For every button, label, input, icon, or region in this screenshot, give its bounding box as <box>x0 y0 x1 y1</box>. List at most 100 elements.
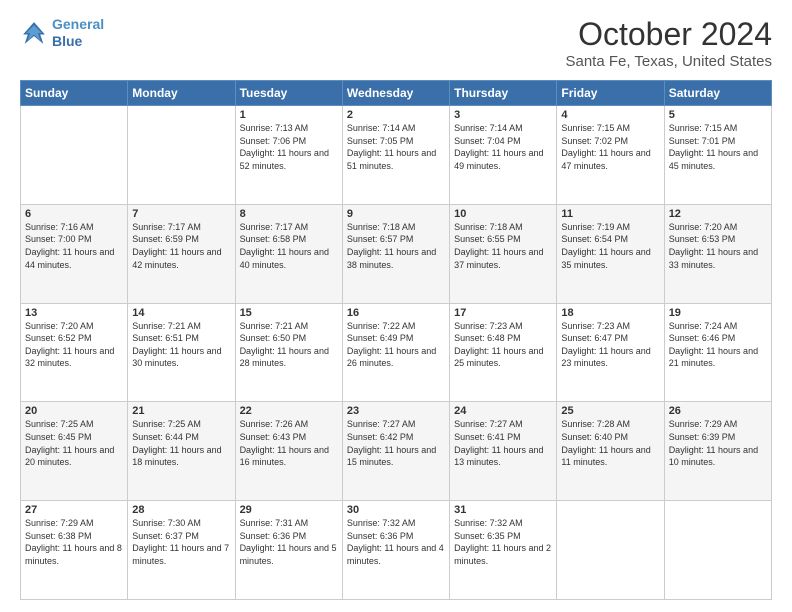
day-info: Sunrise: 7:23 AMSunset: 6:47 PMDaylight:… <box>561 320 659 370</box>
table-row: 23Sunrise: 7:27 AMSunset: 6:42 PMDayligh… <box>342 402 449 501</box>
logo-icon <box>20 19 48 47</box>
day-number: 8 <box>240 208 338 220</box>
table-row: 2Sunrise: 7:14 AMSunset: 7:05 PMDaylight… <box>342 106 449 205</box>
day-info: Sunrise: 7:23 AMSunset: 6:48 PMDaylight:… <box>454 320 552 370</box>
table-row: 25Sunrise: 7:28 AMSunset: 6:40 PMDayligh… <box>557 402 664 501</box>
day-number: 23 <box>347 405 445 417</box>
table-row: 10Sunrise: 7:18 AMSunset: 6:55 PMDayligh… <box>450 204 557 303</box>
col-saturday: Saturday <box>664 81 771 106</box>
day-number: 9 <box>347 208 445 220</box>
table-row: 30Sunrise: 7:32 AMSunset: 6:36 PMDayligh… <box>342 501 449 600</box>
day-info: Sunrise: 7:28 AMSunset: 6:40 PMDaylight:… <box>561 418 659 468</box>
day-info: Sunrise: 7:20 AMSunset: 6:52 PMDaylight:… <box>25 320 123 370</box>
table-row: 14Sunrise: 7:21 AMSunset: 6:51 PMDayligh… <box>128 303 235 402</box>
table-row: 3Sunrise: 7:14 AMSunset: 7:04 PMDaylight… <box>450 106 557 205</box>
table-row: 9Sunrise: 7:18 AMSunset: 6:57 PMDaylight… <box>342 204 449 303</box>
day-info: Sunrise: 7:32 AMSunset: 6:36 PMDaylight:… <box>347 517 445 567</box>
day-number: 25 <box>561 405 659 417</box>
day-number: 14 <box>132 307 230 319</box>
table-row: 20Sunrise: 7:25 AMSunset: 6:45 PMDayligh… <box>21 402 128 501</box>
location-title: Santa Fe, Texas, United States <box>565 53 772 70</box>
table-row: 1Sunrise: 7:13 AMSunset: 7:06 PMDaylight… <box>235 106 342 205</box>
day-info: Sunrise: 7:21 AMSunset: 6:51 PMDaylight:… <box>132 320 230 370</box>
day-info: Sunrise: 7:18 AMSunset: 6:55 PMDaylight:… <box>454 221 552 271</box>
day-info: Sunrise: 7:17 AMSunset: 6:59 PMDaylight:… <box>132 221 230 271</box>
day-info: Sunrise: 7:26 AMSunset: 6:43 PMDaylight:… <box>240 418 338 468</box>
calendar-header-row: Sunday Monday Tuesday Wednesday Thursday… <box>21 81 772 106</box>
table-row: 15Sunrise: 7:21 AMSunset: 6:50 PMDayligh… <box>235 303 342 402</box>
col-sunday: Sunday <box>21 81 128 106</box>
day-number: 2 <box>347 109 445 121</box>
day-info: Sunrise: 7:14 AMSunset: 7:04 PMDaylight:… <box>454 122 552 172</box>
calendar-table: Sunday Monday Tuesday Wednesday Thursday… <box>20 80 772 600</box>
day-info: Sunrise: 7:17 AMSunset: 6:58 PMDaylight:… <box>240 221 338 271</box>
day-number: 12 <box>669 208 767 220</box>
table-row: 27Sunrise: 7:29 AMSunset: 6:38 PMDayligh… <box>21 501 128 600</box>
col-wednesday: Wednesday <box>342 81 449 106</box>
table-row: 21Sunrise: 7:25 AMSunset: 6:44 PMDayligh… <box>128 402 235 501</box>
day-number: 6 <box>25 208 123 220</box>
day-info: Sunrise: 7:30 AMSunset: 6:37 PMDaylight:… <box>132 517 230 567</box>
day-info: Sunrise: 7:20 AMSunset: 6:53 PMDaylight:… <box>669 221 767 271</box>
day-number: 13 <box>25 307 123 319</box>
day-info: Sunrise: 7:22 AMSunset: 6:49 PMDaylight:… <box>347 320 445 370</box>
table-row: 13Sunrise: 7:20 AMSunset: 6:52 PMDayligh… <box>21 303 128 402</box>
table-row: 5Sunrise: 7:15 AMSunset: 7:01 PMDaylight… <box>664 106 771 205</box>
day-info: Sunrise: 7:29 AMSunset: 6:39 PMDaylight:… <box>669 418 767 468</box>
day-number: 18 <box>561 307 659 319</box>
day-number: 26 <box>669 405 767 417</box>
day-number: 31 <box>454 504 552 516</box>
title-block: October 2024 Santa Fe, Texas, United Sta… <box>565 16 772 70</box>
table-row: 4Sunrise: 7:15 AMSunset: 7:02 PMDaylight… <box>557 106 664 205</box>
table-row: 7Sunrise: 7:17 AMSunset: 6:59 PMDaylight… <box>128 204 235 303</box>
day-number: 5 <box>669 109 767 121</box>
table-row <box>21 106 128 205</box>
table-row: 28Sunrise: 7:30 AMSunset: 6:37 PMDayligh… <box>128 501 235 600</box>
day-number: 7 <box>132 208 230 220</box>
day-info: Sunrise: 7:18 AMSunset: 6:57 PMDaylight:… <box>347 221 445 271</box>
table-row: 29Sunrise: 7:31 AMSunset: 6:36 PMDayligh… <box>235 501 342 600</box>
day-info: Sunrise: 7:21 AMSunset: 6:50 PMDaylight:… <box>240 320 338 370</box>
table-row: 11Sunrise: 7:19 AMSunset: 6:54 PMDayligh… <box>557 204 664 303</box>
day-number: 20 <box>25 405 123 417</box>
day-info: Sunrise: 7:19 AMSunset: 6:54 PMDaylight:… <box>561 221 659 271</box>
day-number: 16 <box>347 307 445 319</box>
table-row: 12Sunrise: 7:20 AMSunset: 6:53 PMDayligh… <box>664 204 771 303</box>
day-number: 17 <box>454 307 552 319</box>
table-row: 8Sunrise: 7:17 AMSunset: 6:58 PMDaylight… <box>235 204 342 303</box>
table-row: 6Sunrise: 7:16 AMSunset: 7:00 PMDaylight… <box>21 204 128 303</box>
table-row: 19Sunrise: 7:24 AMSunset: 6:46 PMDayligh… <box>664 303 771 402</box>
day-info: Sunrise: 7:15 AMSunset: 7:01 PMDaylight:… <box>669 122 767 172</box>
page: General Blue October 2024 Santa Fe, Texa… <box>0 0 792 612</box>
col-tuesday: Tuesday <box>235 81 342 106</box>
day-number: 27 <box>25 504 123 516</box>
day-info: Sunrise: 7:16 AMSunset: 7:00 PMDaylight:… <box>25 221 123 271</box>
col-friday: Friday <box>557 81 664 106</box>
day-number: 11 <box>561 208 659 220</box>
day-number: 21 <box>132 405 230 417</box>
day-info: Sunrise: 7:25 AMSunset: 6:44 PMDaylight:… <box>132 418 230 468</box>
table-row: 17Sunrise: 7:23 AMSunset: 6:48 PMDayligh… <box>450 303 557 402</box>
table-row: 24Sunrise: 7:27 AMSunset: 6:41 PMDayligh… <box>450 402 557 501</box>
logo-text: General Blue <box>52 16 104 50</box>
day-number: 3 <box>454 109 552 121</box>
day-number: 22 <box>240 405 338 417</box>
day-info: Sunrise: 7:24 AMSunset: 6:46 PMDaylight:… <box>669 320 767 370</box>
day-number: 1 <box>240 109 338 121</box>
day-info: Sunrise: 7:32 AMSunset: 6:35 PMDaylight:… <box>454 517 552 567</box>
table-row <box>557 501 664 600</box>
day-number: 30 <box>347 504 445 516</box>
table-row <box>128 106 235 205</box>
logo-line2: Blue <box>52 33 82 49</box>
day-info: Sunrise: 7:14 AMSunset: 7:05 PMDaylight:… <box>347 122 445 172</box>
day-info: Sunrise: 7:13 AMSunset: 7:06 PMDaylight:… <box>240 122 338 172</box>
table-row: 22Sunrise: 7:26 AMSunset: 6:43 PMDayligh… <box>235 402 342 501</box>
table-row: 26Sunrise: 7:29 AMSunset: 6:39 PMDayligh… <box>664 402 771 501</box>
day-info: Sunrise: 7:25 AMSunset: 6:45 PMDaylight:… <box>25 418 123 468</box>
col-thursday: Thursday <box>450 81 557 106</box>
day-info: Sunrise: 7:29 AMSunset: 6:38 PMDaylight:… <box>25 517 123 567</box>
day-number: 15 <box>240 307 338 319</box>
logo: General Blue <box>20 16 104 50</box>
table-row: 16Sunrise: 7:22 AMSunset: 6:49 PMDayligh… <box>342 303 449 402</box>
month-title: October 2024 <box>565 16 772 53</box>
